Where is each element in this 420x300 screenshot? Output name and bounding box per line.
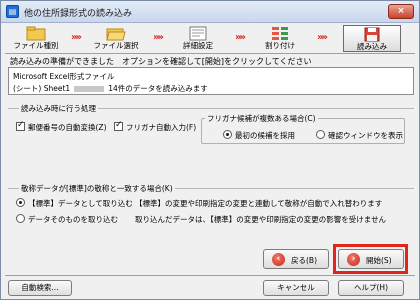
postal-auto-convert-checkbox[interactable] — [16, 120, 25, 131]
divider — [5, 275, 415, 276]
step-arrow-icon: »» — [317, 32, 328, 43]
sheet-name-text: (シート) Sheet1 — [13, 84, 71, 93]
step-label: 読み込み — [357, 42, 387, 51]
folder-icon — [26, 26, 46, 41]
furigana-first-candidate-radio[interactable] — [223, 130, 232, 139]
window-title: 他の住所録形式の読み込み — [24, 9, 133, 19]
sheet-summary: (シート) Sheet1 14件のデータを読み込みます — [13, 83, 208, 94]
title-bar: ▤ 他の住所録形式の読み込み × — [1, 1, 419, 23]
import-summary-box: Microsoft Excel形式ファイル (シート) Sheet1 14件のデー… — [8, 67, 414, 95]
step-arrow-icon: »» — [235, 32, 246, 43]
start-button-highlight — [333, 244, 408, 274]
import-options-group-label: 読み込み時に行う処理 — [19, 103, 98, 114]
furigana-group-label: フリガナ候補が複数ある場合(C) — [205, 113, 318, 124]
import-dialog: ▤ 他の住所録形式の読み込み × ファイル種別 »» ファイル選択 »» 詳細設… — [0, 0, 420, 300]
step-file-type: ファイル種別 — [7, 25, 65, 52]
step-label: ファイル種別 — [13, 41, 59, 50]
cancel-button[interactable]: キャンセル — [263, 280, 329, 296]
divider — [5, 53, 415, 54]
import-raw-data-desc: 取り込んだデータは、【標準】の変更や印刷指定の変更の影響を受けません — [135, 215, 387, 224]
folder-open-icon — [106, 28, 126, 41]
step-label: 詳細設定 — [183, 41, 213, 50]
import-as-standard-radio[interactable] — [16, 198, 25, 207]
redacted-block — [74, 86, 105, 92]
floppy-disk-icon — [364, 27, 380, 42]
furigana-auto-label: フリガナ自動入力(F) — [126, 123, 197, 132]
step-file-select: ファイル選択 — [87, 25, 145, 52]
import-as-standard-label: 【標準】データとして取り込む — [28, 199, 133, 208]
import-raw-data-radio[interactable] — [16, 214, 25, 223]
instruction-text: 読み込みの準備ができました オプションを確認して[開始]をクリックしてください — [10, 57, 312, 66]
auto-search-button[interactable]: 自動検索... — [8, 280, 72, 296]
honorific-group-label: 敬称データが[標準]の敬称と一致する場合(K) — [19, 183, 175, 194]
import-raw-data-label: データそのものを取り込む — [28, 215, 118, 224]
close-button[interactable]: × — [388, 4, 414, 19]
mapping-list-icon — [272, 27, 288, 40]
step-mapping: 割り付け — [251, 25, 309, 52]
step-detail-settings: 詳細設定 — [169, 25, 227, 52]
step-label: 割り付け — [265, 41, 295, 50]
back-button-label: 戻る(B) — [291, 256, 317, 265]
furigana-auto-checkbox[interactable] — [114, 120, 123, 131]
furigana-first-candidate-label: 最初の候補を採用 — [235, 131, 295, 140]
step-label: ファイル選択 — [93, 41, 139, 50]
step-arrow-icon: »» — [153, 32, 164, 43]
furigana-confirm-window-label: 確認ウィンドウを表示 — [328, 131, 403, 140]
back-arrow-icon: ‹ — [272, 253, 285, 266]
postal-auto-convert-label: 郵便番号の自動変換(Z) — [28, 123, 107, 132]
file-type-text: Microsoft Excel形式ファイル — [13, 72, 115, 81]
record-count-text: 14件のデータを読み込みます — [108, 84, 208, 93]
furigana-confirm-window-radio[interactable] — [316, 130, 325, 139]
import-as-standard-desc: 【標準】の変更や印刷指定の変更と連動して敬称が自動で入れ替わります — [135, 199, 383, 208]
back-button[interactable]: ‹ 戻る(B) — [263, 249, 329, 269]
step-arrow-icon: »» — [71, 32, 82, 43]
app-icon: ▤ — [6, 5, 19, 18]
help-button[interactable]: ヘルプ(H) — [338, 280, 404, 296]
wizard-steps: ファイル種別 »» ファイル選択 »» 詳細設定 »» 割り付け »» 読み込み — [5, 25, 415, 52]
step-import: 読み込み — [343, 25, 401, 52]
settings-sheet-icon — [189, 26, 207, 41]
